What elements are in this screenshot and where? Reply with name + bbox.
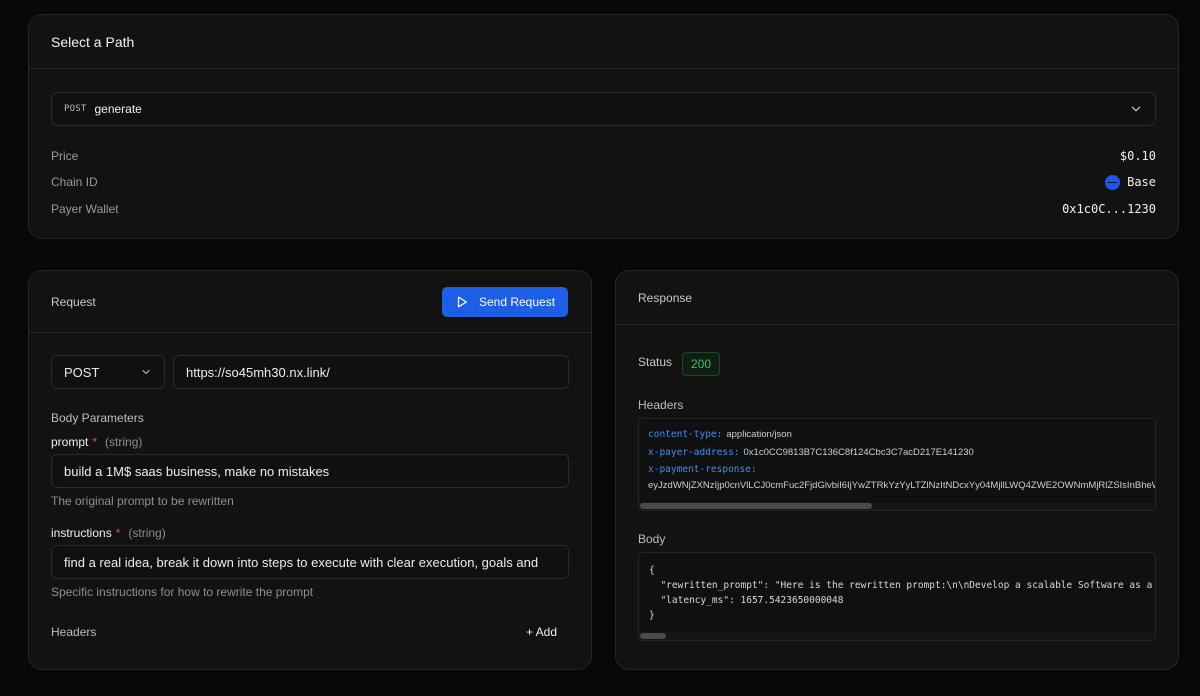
body-line: { xyxy=(649,565,655,576)
header-line: content-type: application/json xyxy=(639,426,1155,444)
price-row: Price $0.10 xyxy=(51,147,1156,165)
required-mark: * xyxy=(115,526,121,540)
payer-wallet-label: Payer Wallet xyxy=(51,202,119,216)
status-label: Status xyxy=(638,355,673,369)
base-chain-icon xyxy=(1105,174,1121,190)
send-request-button[interactable]: Send Request xyxy=(442,286,568,317)
prompt-param-type: (string) xyxy=(105,435,143,449)
path-method-tag: POST xyxy=(64,104,87,114)
url-input[interactable]: https://so45mh30.nx.link/ xyxy=(173,355,569,389)
body-line: "latency_ms": 1657.5423650000048 xyxy=(649,595,844,606)
horizontal-scrollbar[interactable] xyxy=(639,632,1155,640)
request-title: Request xyxy=(51,294,96,309)
header-key: content-type: xyxy=(648,429,723,440)
chevron-down-icon xyxy=(1131,106,1141,112)
required-mark: * xyxy=(92,435,98,449)
method-select-value: POST xyxy=(64,364,100,380)
response-header: Response xyxy=(616,271,1178,325)
prompt-help-text: The original prompt to be rewritten xyxy=(51,494,234,508)
instructions-param-label: instructions * (string) xyxy=(51,526,166,540)
body-line: "rewritten_prompt": "Here is the rewritt… xyxy=(660,580,1153,591)
header-line: x-payment-response: xyxy=(639,461,1155,479)
scrollbar-thumb[interactable] xyxy=(640,503,873,509)
response-headers-label: Headers xyxy=(638,398,684,412)
request-header: Request Send Request xyxy=(29,271,591,333)
header-value: 0x1c0CC9813B7C136C8f124Cbc3C7acD217E1412… xyxy=(743,446,974,458)
chain-id-row: Chain ID Base xyxy=(51,173,1156,191)
prompt-input[interactable]: build a 1M$ saas business, make no mista… xyxy=(51,454,569,488)
chain-name: Base xyxy=(1127,175,1156,189)
response-title: Response xyxy=(638,290,693,305)
chevron-down-icon xyxy=(142,369,150,375)
path-select[interactable]: POST generate xyxy=(51,92,1156,126)
scrollbar-thumb[interactable] xyxy=(640,633,666,639)
path-card: Select a Path POST generate Price $0.10 … xyxy=(28,14,1179,239)
status-badge: 200 xyxy=(682,352,720,376)
header-key: x-payment-response: xyxy=(648,464,757,475)
chain-id-label: Chain ID xyxy=(51,175,98,189)
path-card-title: Select a Path xyxy=(29,15,1178,69)
header-line: x-payer-address: 0x1c0CC9813B7C136C8f124C… xyxy=(639,444,1155,462)
add-header-button[interactable]: + Add xyxy=(526,625,557,639)
instructions-param-name: instructions xyxy=(51,526,112,540)
path-name: generate xyxy=(94,102,142,116)
response-body-label: Body xyxy=(638,532,666,546)
play-icon xyxy=(457,296,467,307)
method-select[interactable]: POST xyxy=(51,355,165,389)
send-request-label: Send Request xyxy=(478,294,556,309)
payer-wallet-value: 0x1c0C...1230 xyxy=(1062,202,1156,216)
price-value: $0.10 xyxy=(1119,149,1156,163)
header-key: x-payer-address: xyxy=(648,446,740,458)
body-parameters-label: Body Parameters xyxy=(51,411,144,425)
chain-value: Base xyxy=(1105,174,1156,190)
prompt-param-name: prompt xyxy=(51,435,89,449)
price-label: Price xyxy=(51,149,79,163)
instructions-param-type: (string) xyxy=(128,526,166,540)
horizontal-scrollbar[interactable] xyxy=(639,502,1155,510)
header-value: application/json xyxy=(726,429,792,440)
request-card: Request Send Request POST https://so45mh… xyxy=(28,270,592,670)
headers-label: Headers xyxy=(51,625,97,639)
prompt-param-label: prompt * (string) xyxy=(51,435,142,449)
response-headers-box[interactable]: content-type: application/json x-payer-ad… xyxy=(638,418,1156,511)
header-line: eyJzdWNjZXNzIjp0cnVlLCJ0cmFuc2FjdGlvbiI6… xyxy=(639,479,1155,493)
response-card: Response Status 200 Headers content-type… xyxy=(615,270,1179,670)
body-line: } xyxy=(649,610,655,621)
payer-wallet-row: Payer Wallet 0x1c0C...1230 xyxy=(51,200,1156,218)
response-body-box[interactable]: { "rewritten_prompt": "Here is the rewri… xyxy=(638,552,1156,641)
instructions-input[interactable]: find a real idea, break it down into ste… xyxy=(51,545,569,579)
instructions-help-text: Specific instructions for how to rewrite… xyxy=(51,585,314,599)
header-value: eyJzdWNjZXNzIjp0cnVlLCJ0cmFuc2FjdGlvbiI6… xyxy=(648,479,1155,491)
